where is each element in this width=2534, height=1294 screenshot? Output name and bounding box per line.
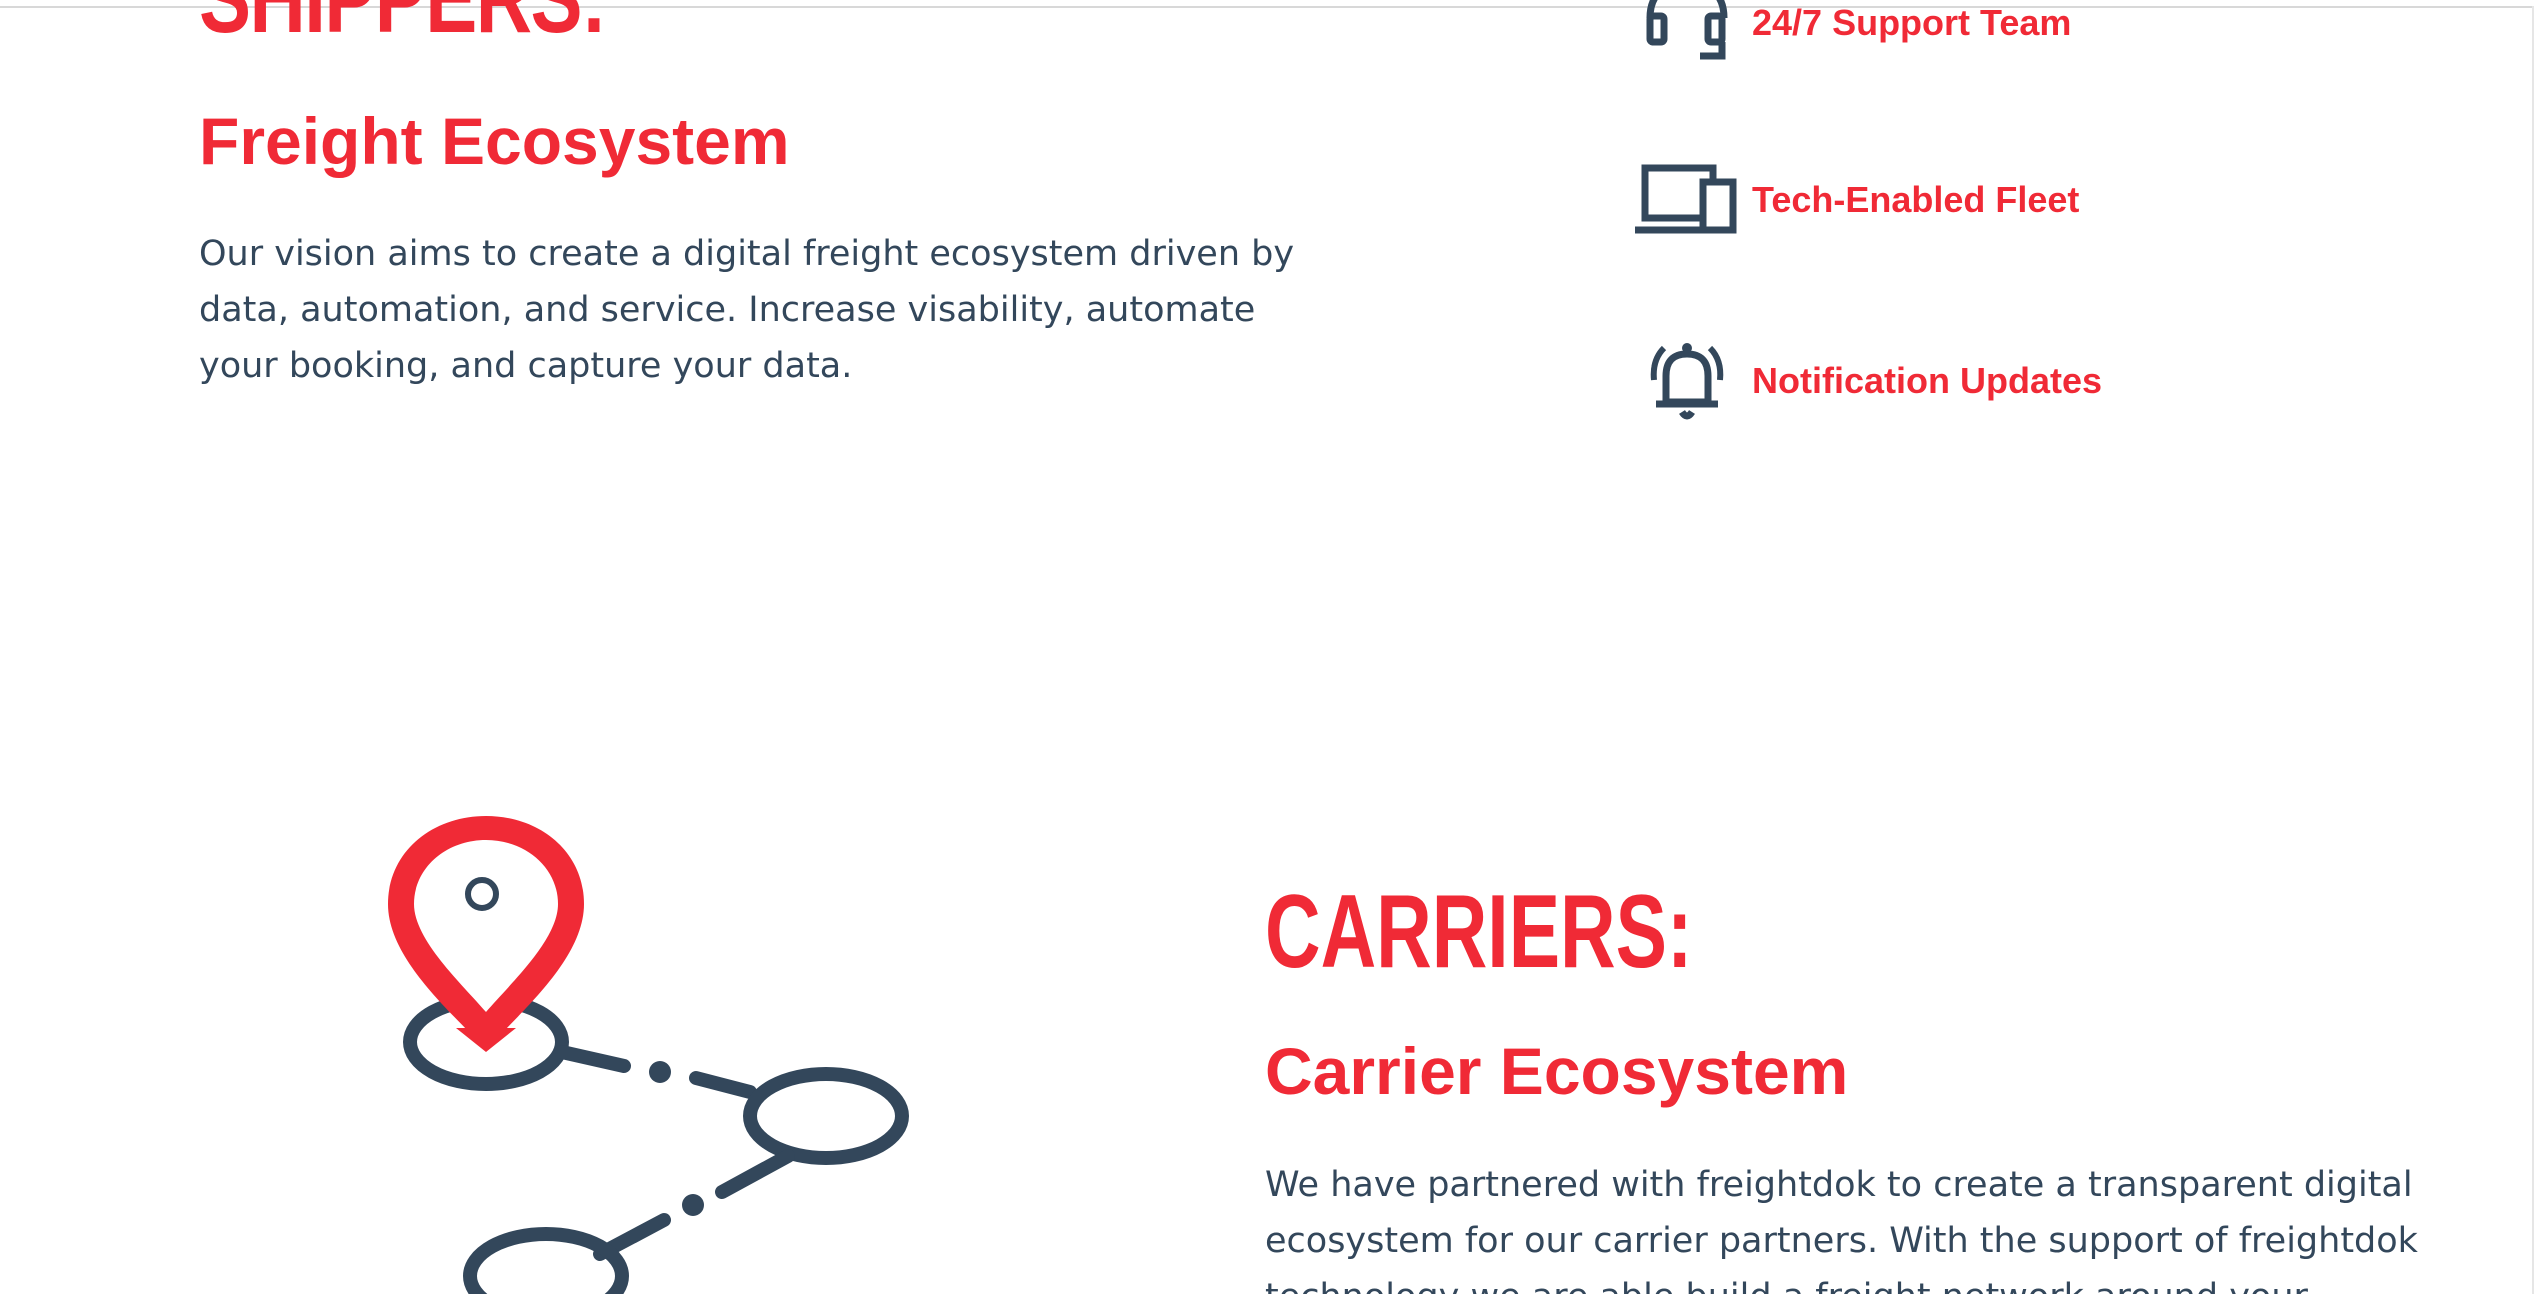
feature-tech-fleet: Tech-Enabled Fleet [1632,155,2079,245]
feature-support-team: 24/7 Support Team [1632,0,2071,68]
route-map-icon [370,800,940,1294]
feature-label: Tech-Enabled Fleet [1752,179,2080,220]
bell-icon [1632,336,1742,426]
carriers-description: We have partnered with freightdok to cre… [1265,1165,2418,1294]
shippers-heading: SHIPPERS: [199,0,605,48]
devices-icon [1632,155,1742,245]
shippers-subheading: Freight Ecosystem [199,104,790,178]
feature-notifications: Notification Updates [1632,336,2102,426]
headset-icon [1632,0,1742,68]
feature-label: Notification Updates [1752,360,2103,401]
feature-label: 24/7 Support Team [1752,2,2072,43]
shippers-description: Our vision aims to create a digital frei… [199,234,1295,386]
carriers-subheading: Carrier Ecosystem [1265,1034,1849,1108]
carriers-heading: CARRIERS: [1265,874,1693,990]
